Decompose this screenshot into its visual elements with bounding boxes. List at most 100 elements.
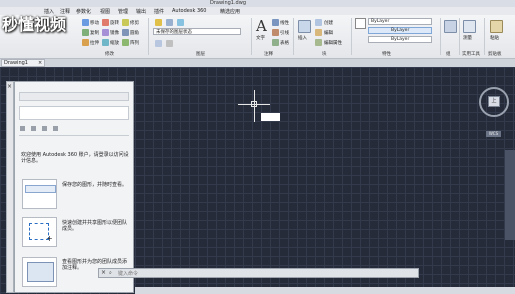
array-icon[interactable] — [122, 39, 129, 46]
text-tool-label: 文字 — [256, 36, 265, 41]
wcs-menu[interactable]: WCS — [486, 131, 501, 137]
status-bar — [135, 287, 515, 294]
edit-attribute-label: 编辑属性 — [324, 41, 342, 46]
clipboard-panel-label: 剪贴板 — [488, 52, 502, 57]
mirror-label: 镜像 — [110, 31, 119, 36]
tab-drawing1[interactable]: Drawing1 × — [1, 59, 45, 67]
create-block-icon[interactable] — [315, 19, 322, 26]
linetype-select[interactable]: ByLayer — [368, 27, 432, 34]
viewcube-face[interactable]: 上 — [488, 96, 500, 107]
tab-view[interactable]: 视图 — [100, 8, 110, 15]
ribbon: 移动 复制 拉伸 旋转 镜像 缩放 修剪 圆角 阵列 修改 未保存的图层状态 图… — [0, 15, 515, 59]
scale-icon[interactable] — [102, 39, 109, 46]
layer-properties-icon[interactable] — [155, 19, 162, 26]
tip-thumbnail-1 — [22, 179, 57, 209]
divider — [484, 18, 485, 55]
tab-plugins[interactable]: 插件 — [154, 8, 164, 15]
trim-icon[interactable] — [122, 19, 129, 26]
tab-autodesk-360[interactable]: Autodesk 360 — [172, 8, 207, 14]
close-icon[interactable]: × — [101, 269, 106, 276]
document-tab-bar — [0, 59, 515, 67]
intro-text: 欢迎使用 Autodesk 360 账户，请登录以访问设计信息。 — [21, 152, 129, 164]
command-input[interactable]: 键入命令 — [118, 270, 138, 277]
lineweight-value: ByLayer — [391, 37, 410, 42]
layers-panel-label: 图层 — [196, 52, 205, 57]
palette-strip[interactable]: × — [6, 81, 14, 293]
layer-off-icon[interactable] — [166, 19, 173, 26]
create-label: 创建 — [324, 21, 333, 26]
search-field[interactable] — [19, 92, 129, 101]
measure-icon[interactable] — [463, 20, 476, 33]
lineweight-select[interactable]: ByLayer — [368, 36, 432, 43]
copy-label: 复制 — [90, 31, 99, 36]
move-icon[interactable] — [82, 19, 89, 26]
move-label: 移动 — [90, 21, 99, 26]
fillet-icon[interactable] — [122, 29, 129, 36]
tab-parametric[interactable]: 参数化 — [76, 8, 91, 15]
array-label: 阵列 — [130, 41, 139, 46]
tip-text-1: 保存您的图形，并随时查看。 — [62, 182, 128, 188]
leader-icon[interactable] — [272, 29, 279, 36]
rotate-label: 旋转 — [110, 21, 119, 26]
linear-dimension-icon[interactable] — [272, 19, 279, 26]
tip-thumbnail-2: + — [22, 217, 57, 247]
close-tab-icon[interactable]: × — [38, 60, 42, 66]
layer-state-select[interactable]: 未保存的图层状态 — [153, 28, 241, 35]
layer-freeze-icon[interactable] — [177, 19, 184, 26]
thumbnail-markup — [27, 262, 54, 282]
autodesk-360-palette: 欢迎使用 Autodesk 360 账户，请登录以访问设计信息。 保存您的图形，… — [14, 81, 134, 293]
paste-label: 粘贴 — [490, 36, 499, 41]
text-tool-icon[interactable]: A — [256, 17, 267, 35]
fillet-label: 圆角 — [130, 31, 139, 36]
thumbnail-toolbar — [25, 185, 56, 193]
insert-block-icon[interactable] — [298, 20, 311, 33]
utilities-panel-label: 实用工具 — [462, 52, 480, 57]
document-icon[interactable] — [20, 126, 25, 131]
scale-label: 缩放 — [110, 41, 119, 46]
login-field[interactable] — [19, 106, 129, 120]
plus-icon: + — [46, 234, 53, 243]
table-label: 表格 — [280, 41, 289, 46]
annotation-panel-label: 注释 — [264, 52, 273, 57]
table-icon[interactable] — [272, 39, 279, 46]
color-select[interactable]: ByLayer — [368, 18, 432, 25]
tab-output[interactable]: 输出 — [136, 8, 146, 15]
layer-iso-icon[interactable] — [166, 40, 173, 47]
layer-state-value: 未保存的图层状态 — [156, 30, 192, 35]
tip-text-2: 快速创建并共享图形以便团队成员。 — [62, 220, 128, 232]
pin-icon[interactable] — [31, 126, 36, 131]
layer-match-icon[interactable] — [155, 40, 162, 47]
tip-thumbnail-3 — [22, 257, 57, 287]
edit-block-icon[interactable] — [315, 29, 322, 36]
close-icon[interactable]: × — [7, 83, 12, 90]
groups-panel-label: 组 — [446, 52, 451, 57]
tab-drawing1-label: Drawing1 — [4, 60, 28, 66]
insert-label: 插入 — [298, 36, 307, 41]
divider — [19, 135, 129, 136]
paste-icon[interactable] — [490, 20, 503, 33]
navigation-bar[interactable] — [505, 150, 515, 240]
user-icon[interactable] — [42, 126, 47, 131]
tab-featured-apps[interactable]: 精选应用 — [220, 8, 240, 15]
group-icon[interactable] — [444, 20, 457, 33]
image-icon[interactable] — [53, 126, 58, 131]
copy-icon[interactable] — [82, 29, 89, 36]
linear-label: 线性 — [280, 21, 289, 26]
divider — [459, 18, 460, 55]
linetype-value: ByLayer — [391, 28, 410, 33]
edit-attribute-icon[interactable] — [315, 39, 322, 46]
divider — [148, 18, 149, 55]
rotate-icon[interactable] — [102, 19, 109, 26]
title-bar — [0, 0, 515, 7]
search-icon: ⌕ — [109, 270, 112, 276]
modify-panel-label: 修改 — [105, 52, 114, 57]
color-swatch[interactable] — [355, 18, 366, 29]
dynamic-input-box — [261, 113, 280, 121]
mirror-icon[interactable] — [102, 29, 109, 36]
command-line[interactable]: × ⌕ 键入命令 — [98, 268, 419, 278]
window-title: Drawing1.dwg — [210, 0, 246, 6]
watermark-logo: 秒懂视频 — [2, 15, 67, 34]
properties-panel-label: 特性 — [382, 52, 391, 57]
stretch-icon[interactable] — [82, 39, 89, 46]
tab-manage[interactable]: 管理 — [118, 8, 128, 15]
